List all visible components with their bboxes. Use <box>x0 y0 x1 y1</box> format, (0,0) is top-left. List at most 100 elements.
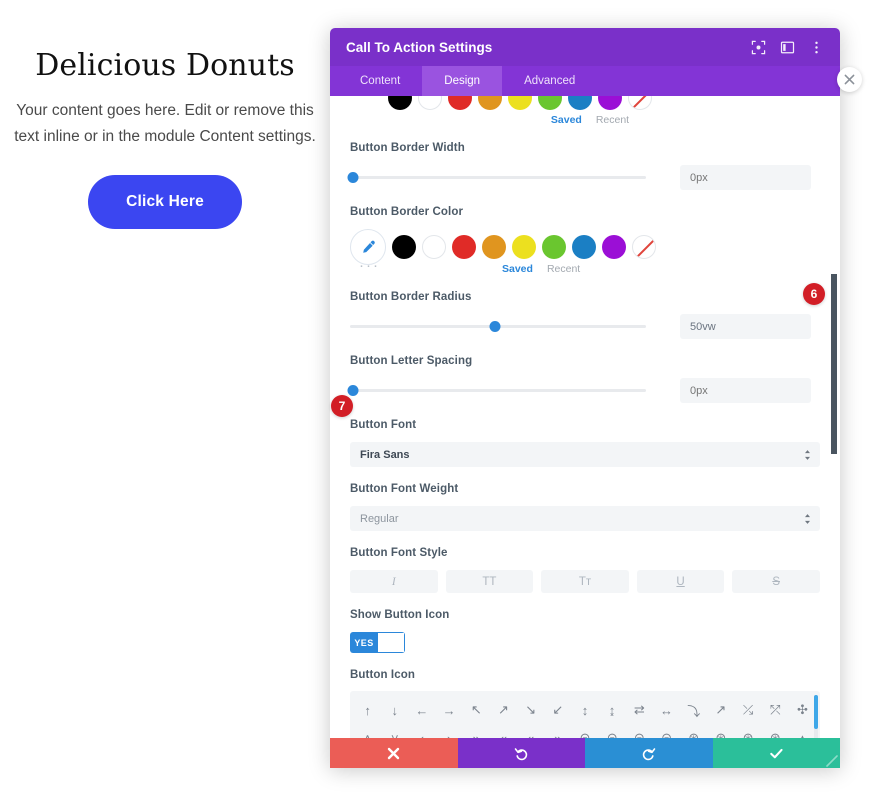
icon-option[interactable]: ✣ <box>789 697 816 723</box>
icon-option[interactable]: ⤱ <box>762 697 789 723</box>
field-button-font-style: Button Font Style I TT Tт U S <box>350 547 820 593</box>
call-to-action-settings-modal: Call To Action Settings Content Design A… <box>330 28 862 768</box>
swatch-none[interactable] <box>628 96 652 110</box>
icon-option[interactable]: » <box>463 725 490 739</box>
swatch-blue[interactable] <box>572 235 596 259</box>
icon-option[interactable]: ⊛ <box>762 725 789 738</box>
page-body-text: Your content goes here. Edit or remove t… <box>14 102 316 145</box>
icon-option[interactable]: ← <box>408 697 435 723</box>
slider-track <box>350 176 646 179</box>
strikethrough-style-button[interactable]: S <box>732 570 820 593</box>
swatch-green[interactable] <box>538 96 562 110</box>
swatch-red[interactable] <box>448 96 472 110</box>
icon-grid-scrollbar-thumb[interactable] <box>814 695 818 729</box>
letter-spacing-input[interactable] <box>680 378 811 403</box>
slider-track <box>350 389 646 392</box>
border-radius-slider[interactable] <box>350 319 646 335</box>
icon-option[interactable]: → <box>436 697 463 723</box>
icon-option[interactable]: ‹ <box>408 725 435 739</box>
icon-option[interactable]: ↘ <box>517 697 544 723</box>
icon-option[interactable]: ↓ <box>381 697 408 723</box>
icon-option[interactable]: ⊝ <box>599 725 626 738</box>
icon-option[interactable]: ⇄ <box>626 697 653 723</box>
icon-option[interactable]: ↖ <box>463 697 490 723</box>
icon-option[interactable]: ˅ <box>381 725 408 739</box>
swatch-blue[interactable] <box>568 96 592 110</box>
border-width-slider[interactable] <box>347 170 646 186</box>
swatch-red[interactable] <box>452 235 476 259</box>
icon-option[interactable]: ⊛ <box>680 725 707 738</box>
border-radius-input[interactable] <box>680 314 811 339</box>
saved-tab[interactable]: Saved <box>502 263 533 275</box>
letter-spacing-slider[interactable] <box>347 383 646 399</box>
swatch-black[interactable] <box>392 235 416 259</box>
undo-button[interactable] <box>457 738 585 768</box>
icon-option[interactable]: ↗ <box>490 697 517 723</box>
tab-content[interactable]: Content <box>338 66 422 96</box>
swatch-white[interactable] <box>422 235 446 259</box>
swatch-green[interactable] <box>542 235 566 259</box>
icon-option[interactable]: ↕ <box>571 697 598 723</box>
recent-tab[interactable]: Recent <box>596 114 629 126</box>
modal-title: Call To Action Settings <box>346 39 493 55</box>
icon-option[interactable]: ⊛ <box>734 725 761 738</box>
recent-tab[interactable]: Recent <box>547 263 580 275</box>
icon-option[interactable]: ⤵ <box>680 697 707 723</box>
icon-option[interactable]: » <box>544 725 571 739</box>
icon-option[interactable]: ↑ <box>354 697 381 723</box>
icon-option[interactable]: ↨ <box>599 697 626 723</box>
icon-option[interactable]: « <box>490 725 517 739</box>
uppercase-style-button[interactable]: TT <box>445 570 534 593</box>
icon-option[interactable]: ⊛ <box>707 725 734 738</box>
swatch-white[interactable] <box>418 96 442 110</box>
smallcaps-style-button[interactable]: Tт <box>541 570 629 593</box>
settings-scroll-area[interactable]: Saved Recent Button Border Width Button … <box>330 96 840 738</box>
slider-knob[interactable] <box>347 385 359 396</box>
field-button-border-radius: Button Border Radius <box>350 291 820 339</box>
swatch-yellow[interactable] <box>512 235 536 259</box>
swatch-purple[interactable] <box>598 96 622 110</box>
swatch-purple[interactable] <box>602 235 626 259</box>
click-here-button[interactable]: Click Here <box>88 175 242 230</box>
icon-option[interactable]: ⊝ <box>571 725 598 738</box>
icon-option[interactable]: « <box>517 725 544 739</box>
field-label: Button Icon <box>350 669 415 681</box>
icon-option[interactable]: ↔ <box>653 697 680 723</box>
save-button[interactable] <box>712 738 840 768</box>
resize-handle-icon[interactable] <box>824 753 838 767</box>
icon-option[interactable]: ▲ <box>789 725 816 739</box>
icon-option[interactable]: › <box>436 725 463 739</box>
panel-scrollbar-thumb[interactable] <box>831 274 837 454</box>
tab-design[interactable]: Design <box>422 66 503 96</box>
slider-knob[interactable] <box>489 321 501 332</box>
icon-option[interactable]: ˄ <box>354 725 381 739</box>
swatch-none[interactable] <box>632 235 656 259</box>
border-color-swatch-row <box>350 229 820 265</box>
tab-advanced[interactable]: Advanced <box>502 66 597 96</box>
fullscreen-icon[interactable] <box>751 40 766 55</box>
saved-tab[interactable]: Saved <box>551 114 582 126</box>
border-width-input[interactable] <box>680 165 811 190</box>
button-font-select[interactable]: Fira Sans <box>350 442 820 467</box>
italic-style-button[interactable]: I <box>350 570 438 593</box>
icon-option[interactable]: ↗ <box>707 697 734 723</box>
swatch-orange[interactable] <box>478 96 502 110</box>
close-modal-button[interactable] <box>837 67 862 92</box>
redo-button[interactable] <box>585 738 713 768</box>
cancel-button[interactable] <box>330 738 458 768</box>
button-font-weight-select[interactable]: Regular <box>350 506 820 531</box>
underline-style-button[interactable]: U <box>636 570 725 593</box>
show-button-icon-toggle[interactable]: YES <box>350 632 405 653</box>
more-colors-button[interactable]: ··· <box>350 258 380 275</box>
swatch-black[interactable] <box>388 96 412 110</box>
layout-columns-icon[interactable] <box>780 40 795 55</box>
icon-option[interactable]: ⤰ <box>734 697 761 723</box>
button-icon-picker[interactable]: ↑↓←→↖↗↘↙↕↨⇄↔⤵↗⤰⤱✣˄˅‹›»««»⊝⊝⊝⊝⊛⊛⊛⊛▲▼◀▸◉◉◉… <box>350 691 820 738</box>
kebab-menu-icon[interactable] <box>809 40 824 55</box>
swatch-orange[interactable] <box>482 235 506 259</box>
icon-option[interactable]: ⊝ <box>626 725 653 738</box>
icon-option[interactable]: ↙ <box>544 697 571 723</box>
swatch-yellow[interactable] <box>508 96 532 110</box>
slider-knob[interactable] <box>347 172 359 183</box>
icon-option[interactable]: ⊝ <box>653 725 680 738</box>
